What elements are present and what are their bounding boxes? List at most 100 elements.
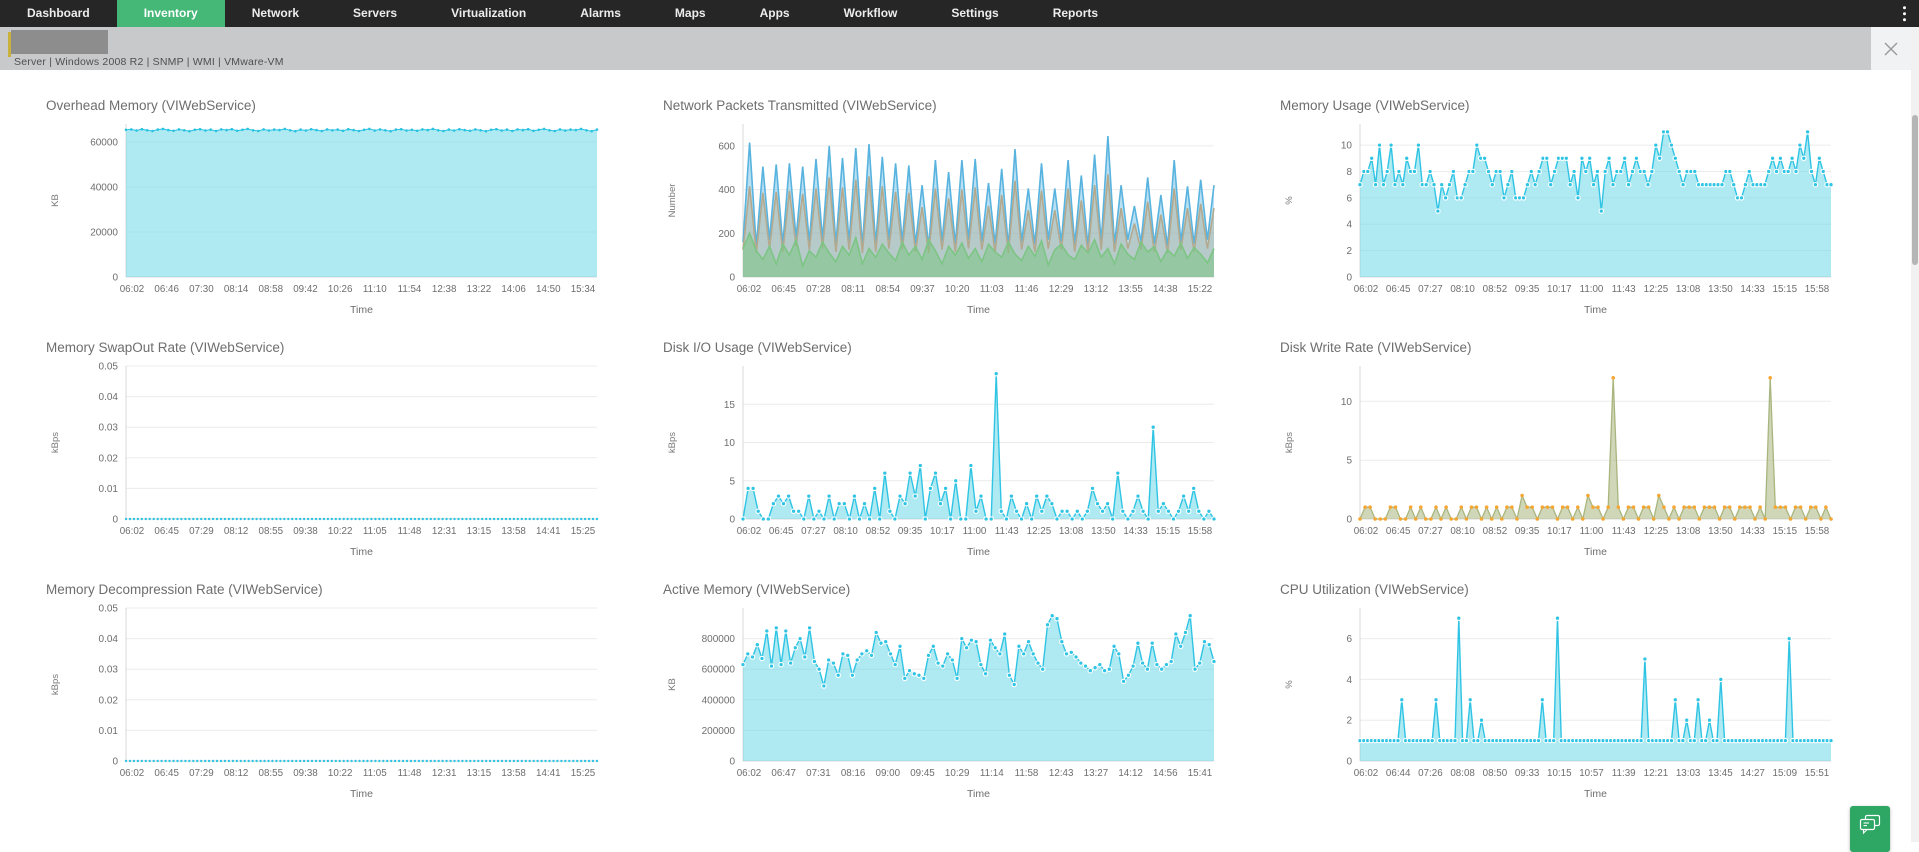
chart-title: Memory SwapOut Rate (VIWebService): [46, 340, 636, 355]
svg-text:06:45: 06:45: [1386, 284, 1411, 295]
svg-text:13:45: 13:45: [1708, 768, 1733, 779]
svg-text:06:02: 06:02: [1354, 284, 1379, 295]
svg-text:06:45: 06:45: [1386, 526, 1411, 537]
svg-text:KB: KB: [50, 194, 61, 207]
svg-text:Time: Time: [1584, 788, 1607, 800]
svg-text:0: 0: [1346, 273, 1352, 284]
nav-tab-workflow[interactable]: Workflow: [817, 0, 925, 27]
svg-text:09:35: 09:35: [898, 526, 923, 537]
svg-text:14:50: 14:50: [536, 284, 561, 295]
svg-text:10:20: 10:20: [945, 284, 970, 295]
nav-tab-apps[interactable]: Apps: [733, 0, 817, 27]
svg-text:06:45: 06:45: [154, 526, 179, 537]
chart-card-active-memory: Active Memory (VIWebService) 02000004000…: [661, 582, 1253, 808]
svg-text:0: 0: [1346, 757, 1352, 768]
device-breadcrumb: Server | Windows 2008 R2 | SNMP | WMI | …: [14, 56, 284, 68]
svg-text:06:45: 06:45: [771, 284, 796, 295]
svg-text:06:02: 06:02: [120, 526, 145, 537]
nav-tab-inventory[interactable]: Inventory: [117, 0, 225, 27]
svg-text:20000: 20000: [90, 228, 118, 239]
chart-plot-active-memory[interactable]: 020000040000060000080000006:0206:4707:31…: [661, 598, 1226, 803]
svg-text:11:05: 11:05: [363, 768, 387, 779]
svg-text:11:43: 11:43: [995, 526, 1019, 537]
svg-text:%: %: [1284, 680, 1295, 689]
svg-text:15:51: 15:51: [1805, 768, 1830, 779]
chart-plot-disk-io-usage[interactable]: 05101506:0206:4507:2708:1008:5209:3510:1…: [661, 356, 1226, 561]
scrollbar-thumb[interactable]: [1912, 115, 1918, 265]
svg-text:0.02: 0.02: [99, 453, 119, 464]
svg-text:14:41: 14:41: [536, 526, 561, 537]
svg-text:13:50: 13:50: [1708, 284, 1733, 295]
svg-text:2: 2: [1346, 716, 1352, 727]
nav-tab-network[interactable]: Network: [225, 0, 326, 27]
svg-text:0: 0: [729, 515, 735, 526]
chart-card-overhead-memory: Overhead Memory (VIWebService) 020000400…: [44, 98, 636, 324]
svg-text:13:15: 13:15: [467, 768, 492, 779]
svg-text:0: 0: [729, 273, 735, 284]
svg-text:4: 4: [1346, 675, 1352, 686]
svg-text:400: 400: [718, 185, 735, 196]
nav-tab-alarms[interactable]: Alarms: [553, 0, 648, 27]
svg-text:09:33: 09:33: [1515, 768, 1540, 779]
svg-text:08:52: 08:52: [866, 526, 891, 537]
svg-text:8: 8: [1346, 167, 1352, 178]
svg-text:11:48: 11:48: [398, 526, 422, 537]
svg-text:13:50: 13:50: [1091, 526, 1116, 537]
svg-text:07:31: 07:31: [806, 768, 831, 779]
chart-title: Disk Write Rate (VIWebService): [1280, 340, 1870, 355]
chart-plot-disk-write-rate[interactable]: 051006:0206:4507:2708:1008:5209:3510:171…: [1278, 356, 1843, 561]
nav-tab-virtualization[interactable]: Virtualization: [424, 0, 553, 27]
svg-text:08:50: 08:50: [1483, 768, 1508, 779]
nav-tab-servers[interactable]: Servers: [326, 0, 424, 27]
svg-text:12:43: 12:43: [1049, 768, 1074, 779]
chart-plot-memory-decompression-rate[interactable]: 00.010.020.030.040.0506:0206:4507:2908:1…: [44, 598, 609, 803]
svg-text:4: 4: [1346, 220, 1352, 231]
svg-text:0.01: 0.01: [99, 726, 119, 737]
svg-text:0.04: 0.04: [99, 392, 119, 403]
svg-text:14:33: 14:33: [1123, 526, 1148, 537]
svg-text:15:25: 15:25: [571, 768, 596, 779]
svg-text:200: 200: [718, 229, 735, 240]
vertical-scrollbar[interactable]: [1911, 27, 1919, 842]
svg-text:11:00: 11:00: [1580, 284, 1604, 295]
svg-text:10:57: 10:57: [1579, 768, 1604, 779]
nav-tab-maps[interactable]: Maps: [648, 0, 733, 27]
svg-text:13:15: 13:15: [467, 526, 492, 537]
svg-text:Time: Time: [350, 304, 373, 316]
svg-text:Time: Time: [350, 546, 373, 558]
svg-text:400000: 400000: [702, 695, 736, 706]
svg-text:200000: 200000: [702, 726, 736, 737]
close-button[interactable]: [1871, 27, 1911, 70]
svg-text:12:31: 12:31: [432, 526, 457, 537]
kebab-menu-icon[interactable]: [1897, 3, 1913, 25]
feedback-button[interactable]: [1850, 806, 1890, 852]
chart-plot-memory-swapout-rate[interactable]: 00.010.020.030.040.0506:0206:4507:2908:1…: [44, 356, 609, 561]
nav-tab-settings[interactable]: Settings: [924, 0, 1025, 27]
svg-text:07:27: 07:27: [1418, 526, 1443, 537]
svg-text:12:29: 12:29: [1049, 284, 1074, 295]
svg-text:08:16: 08:16: [841, 768, 866, 779]
chart-plot-network-packets-transmitted[interactable]: 020040060006:0206:4507:2808:1108:5409:37…: [661, 114, 1226, 319]
svg-text:06:45: 06:45: [769, 526, 794, 537]
svg-text:06:44: 06:44: [1386, 768, 1411, 779]
svg-text:12:21: 12:21: [1644, 768, 1669, 779]
svg-text:Time: Time: [967, 788, 990, 800]
chart-title: Active Memory (VIWebService): [663, 582, 1253, 597]
chart-plot-cpu-utilization[interactable]: 024606:0206:4407:2608:0808:5009:3310:151…: [1278, 598, 1843, 803]
chart-plot-overhead-memory[interactable]: 020000400006000006:0206:4607:3008:1408:5…: [44, 114, 609, 319]
nav-tab-reports[interactable]: Reports: [1026, 0, 1125, 27]
svg-text:10:22: 10:22: [328, 526, 353, 537]
svg-text:07:28: 07:28: [806, 284, 831, 295]
svg-text:06:02: 06:02: [1354, 768, 1379, 779]
svg-text:Time: Time: [967, 304, 990, 316]
svg-text:14:38: 14:38: [1153, 284, 1178, 295]
svg-text:15:34: 15:34: [571, 284, 596, 295]
nav-tab-dashboard[interactable]: Dashboard: [0, 0, 117, 27]
svg-text:15:41: 15:41: [1188, 768, 1213, 779]
chart-plot-memory-usage[interactable]: 024681006:0206:4507:2708:1008:5209:3510:…: [1278, 114, 1843, 319]
svg-text:08:12: 08:12: [224, 526, 249, 537]
svg-text:11:05: 11:05: [363, 526, 387, 537]
svg-text:09:38: 09:38: [293, 768, 318, 779]
svg-text:06:02: 06:02: [120, 768, 145, 779]
svg-text:5: 5: [729, 476, 735, 487]
